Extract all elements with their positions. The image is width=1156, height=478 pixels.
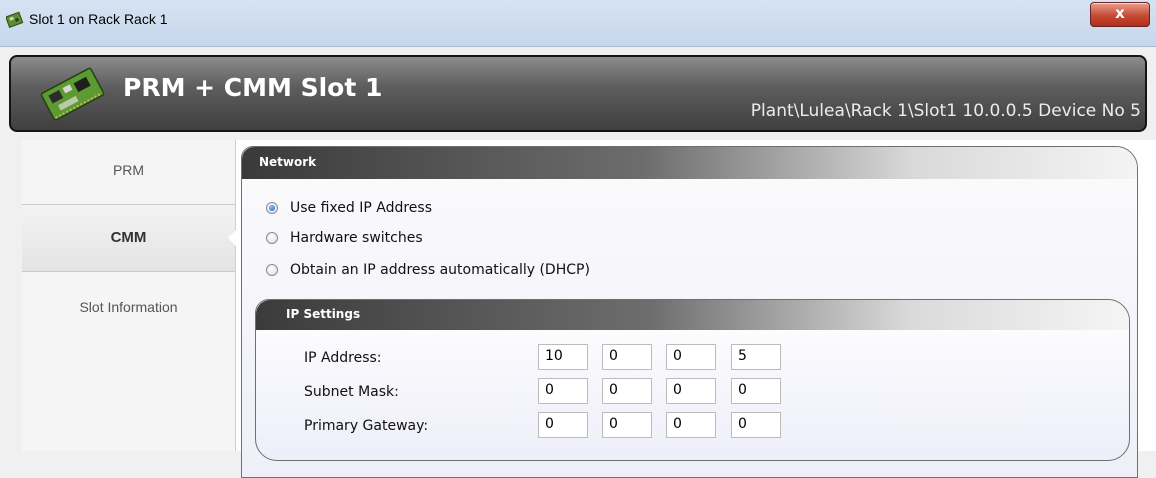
subnet-mask-octet-3[interactable]: 0 (666, 378, 716, 404)
ip-address-label: IP Address: (304, 350, 382, 366)
ip-address-octet-1[interactable]: 10 (538, 344, 588, 370)
ip-address-octet-2[interactable]: 0 (602, 344, 652, 370)
side-nav: PRM CMM Slot Information (22, 140, 236, 451)
selection-pointer-icon (228, 230, 236, 246)
subnet-mask-label: Subnet Mask: (304, 384, 399, 400)
radio-label: Obtain an IP address automatically (DHCP… (290, 262, 590, 278)
radio-hardware-switches[interactable]: Hardware switches (266, 230, 423, 246)
ip-settings-header: IP Settings (256, 300, 1129, 330)
ip-settings-panel: IP Settings IP Address: 10 0 0 5 Subnet … (255, 299, 1130, 461)
radio-dhcp[interactable]: Obtain an IP address automatically (DHCP… (266, 262, 590, 278)
header-banner: PRM + CMM Slot 1 Plant\Lulea\Rack 1\Slot… (9, 55, 1147, 132)
radio-label: Use fixed IP Address (290, 200, 433, 216)
nav-item-prm[interactable]: PRM (22, 162, 235, 178)
primary-gateway-octet-4[interactable]: 0 (731, 412, 781, 438)
primary-gateway-label: Primary Gateway: (304, 418, 429, 434)
device-path: Plant\Lulea\Rack 1\Slot1 10.0.0.5 Device… (750, 101, 1141, 121)
subnet-mask-octet-4[interactable]: 0 (731, 378, 781, 404)
radio-button-icon[interactable] (266, 202, 278, 214)
radio-label: Hardware switches (290, 230, 423, 246)
close-icon: x (1115, 4, 1125, 22)
window-titlebar[interactable]: Slot 1 on Rack Rack 1 x (0, 0, 1156, 47)
content-area: Network Use fixed IP Address Hardware sw… (236, 140, 1156, 478)
ip-settings-title: IP Settings (286, 307, 361, 321)
ip-address-octet-3[interactable]: 0 (666, 344, 716, 370)
network-panel-header: Network (242, 147, 1137, 179)
primary-gateway-octet-2[interactable]: 0 (602, 412, 652, 438)
circuit-board-icon (6, 11, 24, 28)
close-button[interactable]: x (1090, 2, 1150, 27)
page-title: PRM + CMM Slot 1 (123, 73, 383, 102)
circuit-board-icon (40, 67, 105, 121)
nav-item-label: CMM (110, 229, 147, 246)
network-panel: Network Use fixed IP Address Hardware sw… (241, 146, 1138, 478)
primary-gateway-octet-1[interactable]: 0 (538, 412, 588, 438)
nav-item-cmm[interactable]: CMM (22, 204, 236, 272)
window-title: Slot 1 on Rack Rack 1 (29, 11, 168, 27)
network-panel-title: Network (259, 155, 317, 169)
subnet-mask-octet-1[interactable]: 0 (538, 378, 588, 404)
radio-button-icon[interactable] (266, 264, 278, 276)
subnet-mask-octet-2[interactable]: 0 (602, 378, 652, 404)
radio-fixed-ip[interactable]: Use fixed IP Address (266, 200, 432, 216)
nav-item-slot-information[interactable]: Slot Information (22, 299, 235, 315)
ip-address-octet-4[interactable]: 5 (731, 344, 781, 370)
radio-button-icon[interactable] (266, 232, 278, 244)
primary-gateway-octet-3[interactable]: 0 (666, 412, 716, 438)
